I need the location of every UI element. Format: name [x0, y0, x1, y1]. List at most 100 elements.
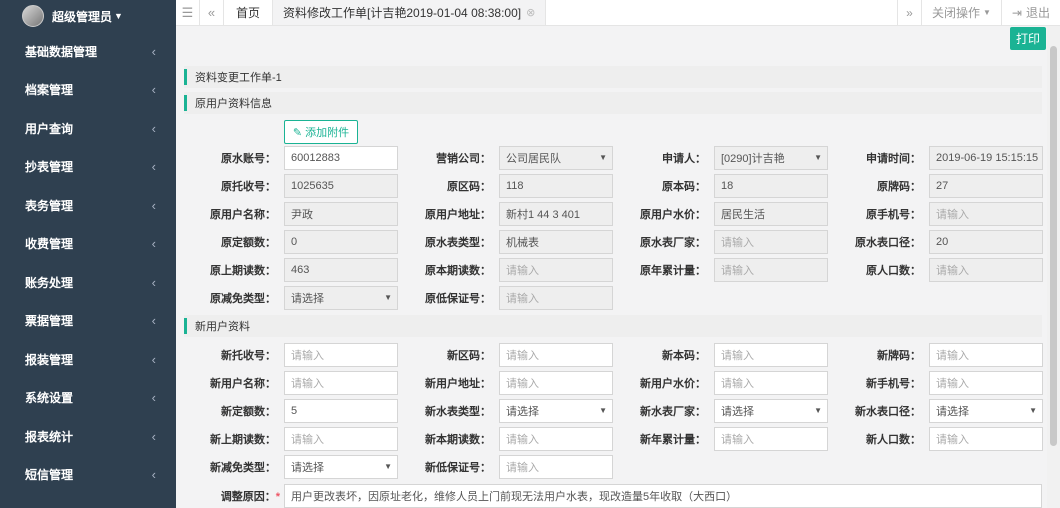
field-value: 机械表 — [506, 237, 539, 249]
sidebar-item-label: 抄表管理 — [25, 160, 74, 175]
field-input[interactable]: 5 — [284, 399, 398, 423]
field-value: 18 — [721, 180, 734, 192]
field-value: 0 — [291, 236, 298, 248]
sidebar-item[interactable]: 档案管理 ‹ — [0, 71, 176, 110]
logout-icon: ⇥ — [1011, 5, 1022, 20]
sidebar-item[interactable]: 短信管理 ‹ — [0, 456, 176, 495]
profile-name: 超级管理员 — [52, 9, 113, 24]
field-value: 请输入 — [721, 434, 754, 446]
sidebar-item[interactable]: 票据管理 ‹ — [0, 302, 176, 341]
field-input[interactable]: 请输入 — [714, 371, 828, 395]
sidebar-item-label: 档案管理 — [25, 83, 74, 98]
chevron-left-icon: ‹ — [151, 197, 156, 213]
sidebar-item[interactable]: 抄表管理 ‹ — [0, 148, 176, 187]
add-attachment-label: 添加附件 — [305, 127, 350, 139]
field-label: 原减免类型： — [210, 293, 276, 305]
field-label: 新托收号： — [221, 350, 276, 362]
field-input[interactable]: 请输入 — [284, 427, 398, 451]
field-input[interactable]: 请输入 — [929, 343, 1043, 367]
section-old-info-text: 原用户资料信息 — [195, 98, 272, 110]
field-value: 请输入 — [936, 434, 969, 446]
sidebar-item-label: 短信管理 — [25, 468, 74, 483]
sidebar-item[interactable]: 基础数据管理 ‹ — [0, 32, 176, 71]
profile[interactable]: 超级管理员 ▼ — [0, 0, 176, 32]
field-input[interactable]: 请输入 — [714, 427, 828, 451]
field-value: 463 — [291, 264, 310, 276]
chevron-left-icon: ‹ — [151, 43, 156, 59]
close-ops-dropdown[interactable]: 关闭操作 ▼ — [920, 0, 1001, 25]
field-input[interactable]: 请输入 — [499, 455, 613, 479]
field-input[interactable]: 60012883 — [284, 146, 398, 170]
field-input[interactable]: 请输入 — [714, 343, 828, 367]
scroll-thumb[interactable] — [1050, 46, 1057, 446]
reason-input[interactable]: 用户更改表坏，因原址老化，维修人员上门前现无法用户水表，现改造量5年收取（大西口… — [284, 484, 1042, 508]
section-new-info: 新用户资料 — [184, 315, 1042, 337]
field-input[interactable]: 请输入 — [929, 371, 1043, 395]
sidebar-item[interactable]: 系统设置 ‹ — [0, 379, 176, 418]
field-select[interactable]: 请选择 ▼ — [714, 399, 828, 423]
field-input[interactable]: 请输入 — [499, 371, 613, 395]
field-input: 118 — [499, 174, 613, 198]
field-label: 新年累计量： — [640, 434, 706, 446]
logout-button[interactable]: ⇥ 退出 — [1000, 0, 1060, 25]
sidebar-item-label: 报表统计 — [25, 429, 74, 444]
field-input[interactable]: 请输入 — [284, 371, 398, 395]
field-input[interactable]: 请输入 — [499, 343, 613, 367]
tab-scroll-left-icon[interactable]: « — [200, 0, 224, 25]
menu-toggle-icon[interactable]: ☰ — [176, 0, 200, 25]
field-label: 原水表厂家： — [640, 237, 706, 249]
field-label: 新水表厂家： — [640, 406, 706, 418]
field-value: 请输入 — [506, 378, 539, 390]
topbar: ☰ « 首页 资料修改工作单[计吉艳2019-01-04 08:38:00] ⊗… — [176, 0, 1060, 26]
field-input[interactable]: 请输入 — [284, 343, 398, 367]
field-value: 请输入 — [721, 265, 754, 277]
field-label: 原年累计量： — [640, 265, 706, 277]
sidebar-item[interactable]: 账务处理 ‹ — [0, 263, 176, 302]
print-button[interactable]: 打印 — [1009, 27, 1046, 50]
field-label: 申请时间： — [866, 153, 921, 165]
field-select: 请选择 ▼ — [284, 286, 398, 310]
field-select[interactable]: 请选择 ▼ — [929, 399, 1043, 423]
tab-home[interactable]: 首页 — [224, 0, 274, 25]
field-value: 27 — [936, 180, 949, 192]
reason-label-text: 调整原因： — [220, 491, 276, 503]
field-input[interactable]: 请输入 — [499, 427, 613, 451]
add-attachment-button[interactable]: ✎ 添加附件 — [284, 120, 358, 144]
field-label: 原上期读数： — [210, 265, 276, 277]
field-value: 请选择 — [506, 406, 539, 418]
sidebar-item[interactable]: 报装管理 ‹ — [0, 340, 176, 379]
tab-scroll-right-icon[interactable]: » — [896, 0, 921, 25]
field-label: 新水表口径： — [855, 406, 921, 418]
tab-active[interactable]: 资料修改工作单[计吉艳2019-01-04 08:38:00] ⊗ — [273, 0, 547, 25]
field-label: 申请人： — [662, 153, 706, 165]
sidebar-item[interactable]: 用户查询 ‹ — [0, 109, 176, 148]
field-select[interactable]: 请选择 ▼ — [499, 399, 613, 423]
field-label: 原水表口径： — [855, 237, 921, 249]
sidebar-item[interactable]: 报表统计 ‹ — [0, 417, 176, 456]
chevron-left-icon: ‹ — [151, 236, 156, 252]
sidebar-item-label: 报装管理 — [25, 352, 74, 367]
field-input[interactable]: 请输入 — [929, 427, 1043, 451]
field-value: 请选择 — [291, 462, 324, 474]
main-content: 打印 资料变更工作单-1 原用户资料信息 ✎ 添加附件 原水账号： 6001288… — [176, 26, 1047, 508]
field-value: 请输入 — [291, 378, 324, 390]
field-input: 请输入 — [714, 230, 828, 254]
chevron-left-icon: ‹ — [151, 274, 156, 290]
sidebar-item[interactable]: 收费管理 ‹ — [0, 225, 176, 264]
field-input: 居民生活 — [714, 202, 828, 226]
field-input: 请输入 — [499, 258, 613, 282]
field-select[interactable]: 请选择 ▼ — [284, 455, 398, 479]
field-input: 请输入 — [714, 258, 828, 282]
sidebar-item[interactable]: 表务管理 ‹ — [0, 186, 176, 225]
field-value: 请输入 — [506, 462, 539, 474]
vertical-scrollbar[interactable] — [1047, 26, 1060, 508]
chevron-left-icon: ‹ — [151, 390, 156, 406]
field-value: 请选择 — [936, 406, 969, 418]
close-icon[interactable]: ⊗ — [526, 6, 535, 19]
field-label: 原水账号： — [221, 153, 276, 165]
field-value: 请输入 — [936, 209, 969, 221]
field-label: 新人口数： — [866, 434, 921, 446]
field-input: 机械表 — [499, 230, 613, 254]
field-value: 请输入 — [506, 434, 539, 446]
field-label: 新用户水价： — [640, 378, 706, 390]
